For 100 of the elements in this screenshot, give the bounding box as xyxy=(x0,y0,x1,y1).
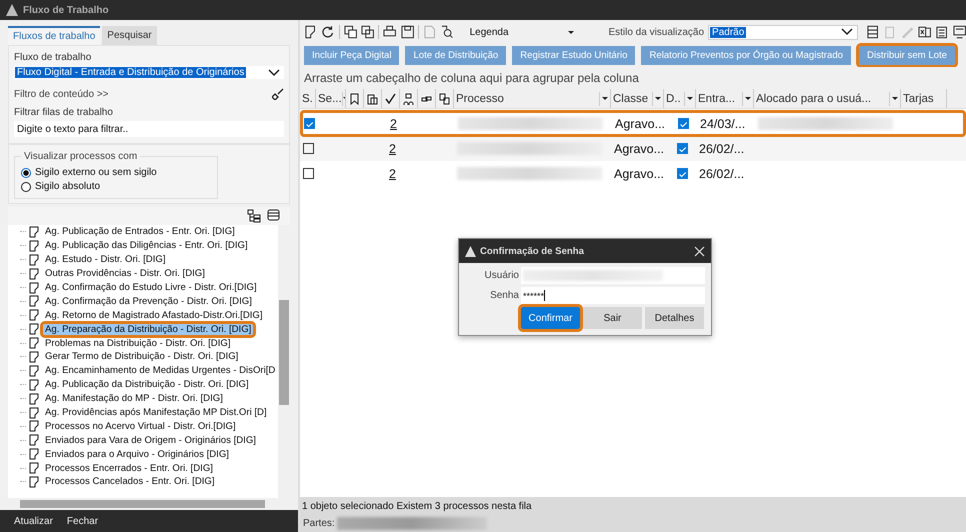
count-link[interactable]: 2 xyxy=(389,142,396,156)
column-header[interactable]: Se... xyxy=(316,89,346,108)
field-label: Filtrar filas de trabalho xyxy=(14,107,114,118)
field-label: Usuário xyxy=(484,270,520,281)
windows-icon[interactable] xyxy=(360,25,374,39)
screen-icon[interactable] xyxy=(952,25,966,39)
row-checkbox[interactable] xyxy=(303,168,314,179)
refresh-icon[interactable] xyxy=(321,25,335,39)
table-row[interactable]: 2 Agravo... 24/03/... xyxy=(301,111,965,136)
checkmark-icon[interactable] xyxy=(385,92,396,104)
table-row[interactable]: 2 Agravo... 26/02/... xyxy=(300,136,966,161)
tree-item[interactable]: Ag. Providências após Manifestação MP Dist.Ori [D] xyxy=(43,407,269,418)
layout-icon[interactable] xyxy=(866,25,880,39)
table-cell: 26/02/... xyxy=(699,166,744,180)
view-style-dropdown[interactable]: Padrão xyxy=(708,24,858,40)
search-icon[interactable] xyxy=(440,25,454,39)
tree-item[interactable]: Outras Providências - Distr. Ori. [DIG] xyxy=(43,268,207,280)
tree-item[interactable]: Processos no Acervo Virtual - Distr. Ori.[DIG] xyxy=(43,420,238,432)
tree-item[interactable]: Ag. Confirmação do Estudo Livre - Distr. Ori.[DIG] xyxy=(43,282,259,293)
document-icon xyxy=(29,240,40,252)
content-filter-link[interactable]: Filtro de conteúdo >> xyxy=(14,88,109,100)
tree-item[interactable]: Ag. Publicação de Entrados - Entr. Ori. [DIG] xyxy=(43,226,237,238)
document-icon xyxy=(29,462,40,474)
window-title: Fluxo de Trabalho xyxy=(23,4,109,16)
clipboard-icon[interactable] xyxy=(935,25,949,39)
windows-icon[interactable] xyxy=(344,25,357,39)
chevron-down-icon[interactable] xyxy=(268,68,280,76)
text-field[interactable]: ****** xyxy=(521,287,705,304)
table-row[interactable]: 2 Agravo... 26/02/... xyxy=(300,161,966,186)
tree-item[interactable]: Problemas na Distribuição - Distr. Ori. [DIG] xyxy=(43,338,233,349)
tree-item[interactable]: Ag. Publicação da Distribuição - Distr. Ori. [DIG] xyxy=(43,379,251,390)
tree-icon[interactable] xyxy=(247,209,261,223)
bar-button[interactable]: Atualizar xyxy=(14,516,53,526)
bar-button[interactable]: Fechar xyxy=(66,516,98,526)
text-field[interactable] xyxy=(521,267,705,284)
app-logo-icon xyxy=(6,4,18,16)
document-icon[interactable] xyxy=(304,25,318,39)
dialog-button[interactable]: Sair xyxy=(583,307,642,329)
print-icon[interactable] xyxy=(383,25,397,39)
tree-item[interactable]: Ag. Confirmação da Prevenção - Distr. Ori. [DIG] xyxy=(43,296,254,307)
group-legend: Visualizar processos com xyxy=(21,151,140,162)
document-icon xyxy=(29,350,40,363)
tree-item[interactable]: Ag. Retorno de Magistrado Afastado-Distr.Ori.[DIG] xyxy=(43,310,265,321)
dialog-button[interactable]: Detalhes xyxy=(645,307,704,329)
radio-option[interactable]: Sigilo absoluto xyxy=(21,181,211,192)
tree-item[interactable]: Ag. Preparação da Distribuição - Distr. Ori. [DIG] xyxy=(43,324,254,335)
checkbox[interactable] xyxy=(678,118,689,129)
field-label: Fluxo de trabalho xyxy=(14,52,92,63)
count-link[interactable]: 2 xyxy=(389,166,396,180)
field-label: Senha xyxy=(489,290,520,301)
tab[interactable]: Pesquisar xyxy=(102,26,157,45)
tree-item[interactable]: Ag. Estudo - Distr. Ori. [DIG] xyxy=(43,254,168,266)
filter-input[interactable]: Digite o texto para filtrar.. xyxy=(14,121,284,137)
checkbox[interactable] xyxy=(677,168,688,179)
bookmark-icon[interactable] xyxy=(349,92,360,104)
brush-icon[interactable] xyxy=(272,88,284,100)
count-link[interactable]: 2 xyxy=(390,116,397,130)
list-icon[interactable] xyxy=(267,209,280,221)
row-checkbox[interactable] xyxy=(303,143,314,154)
tree-item[interactable]: Enviados para o Arquivo - Originários [DIG] xyxy=(43,448,231,460)
column-header[interactable]: Tarjas xyxy=(901,89,947,108)
tab[interactable]: Fluxos de trabalho xyxy=(8,26,100,45)
status-text: 1 objeto selecionado Existem 3 processos nesta fila xyxy=(302,500,532,512)
view-style-label: Estilo da visualização xyxy=(608,26,704,38)
tree-item[interactable]: Processos Encerrados - Entr. Ori. [DIG] xyxy=(43,462,215,474)
column-header[interactable]: D.. xyxy=(664,89,696,108)
spreadsheet-icon[interactable] xyxy=(918,25,932,39)
column-header[interactable]: Alocado para o usuá... xyxy=(754,89,901,108)
document-icon xyxy=(29,420,40,432)
row-checkbox[interactable] xyxy=(304,118,315,129)
column-header[interactable]: S. xyxy=(300,89,316,108)
dialog-button[interactable]: Confirmar xyxy=(521,307,580,329)
save-icon[interactable] xyxy=(400,25,414,39)
column-header[interactable]: Processo xyxy=(454,89,611,108)
document-icon xyxy=(29,337,40,350)
tree-item[interactable]: Ag. Manifestação do MP - Distr. Ori. [DIG] xyxy=(43,393,225,404)
group-by-hint: Arraste um cabeçalho de coluna aqui para agrupar pela coluna xyxy=(300,67,966,89)
legend-dropdown[interactable]: Legenda xyxy=(470,26,574,38)
table-cell: Agravo... xyxy=(614,142,664,156)
checkbox[interactable] xyxy=(677,143,688,154)
table-cell: 24/03/... xyxy=(700,116,746,130)
clipboard-icon[interactable] xyxy=(367,92,378,104)
tree-item[interactable]: Ag. Publicação das Diligências - Entr. Ori. [DIG] xyxy=(43,240,250,252)
table-cell: 26/02/... xyxy=(699,142,744,156)
document-icon xyxy=(29,309,40,322)
document-icon xyxy=(29,406,40,419)
tree-item[interactable]: Enviados para Vara de Origem - Originários [DIG] xyxy=(43,434,258,446)
tree-item[interactable]: Gerar Termo de Distribuição - Distr. Ori. [DIG] xyxy=(43,351,240,362)
copy-icon[interactable] xyxy=(439,92,450,104)
column-header[interactable]: Classe xyxy=(611,89,664,108)
column-header[interactable]: Entra... xyxy=(696,89,754,108)
password-value: ****** xyxy=(523,290,544,300)
tree-item[interactable]: Processos Cancelados - Entr. Ori. [DIG] xyxy=(43,476,217,488)
close-icon[interactable] xyxy=(694,246,705,256)
tree-item[interactable]: Ag. Encaminhamento de Medidas Urgentes - DisOri[D xyxy=(43,365,278,376)
document-icon xyxy=(29,268,40,280)
workflow-dropdown[interactable]: Fluxo Digital - Entrada e Distribuição de Originários xyxy=(14,66,284,79)
chevron-down-icon[interactable] xyxy=(840,28,853,36)
document-icon xyxy=(29,434,40,446)
radio-option[interactable]: Sigilo externo ou sem sigilo xyxy=(21,167,211,178)
